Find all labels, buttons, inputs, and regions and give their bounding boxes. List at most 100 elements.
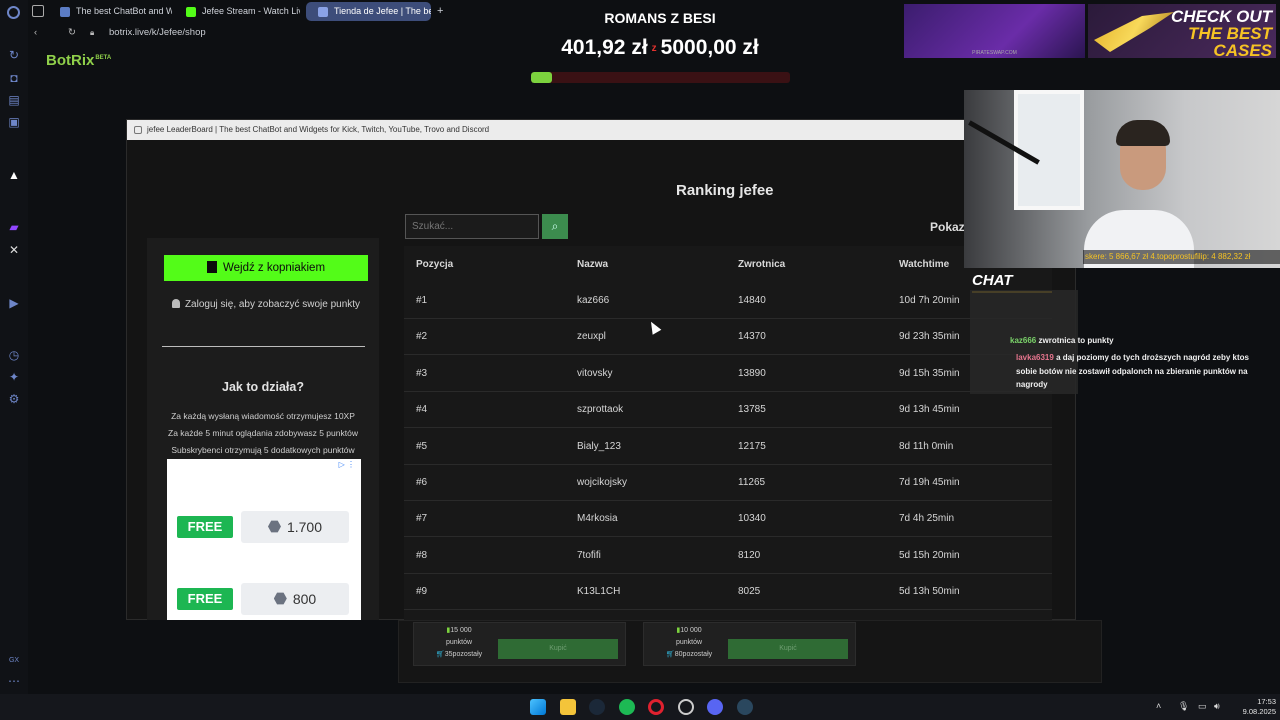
chat-logo-text: CHAT (972, 272, 1013, 289)
reload-icon[interactable]: ↻ (68, 24, 76, 42)
how-line: Za każdą wysłaną wiadomość otrzymujesz 1… (171, 411, 355, 421)
clock[interactable]: 17:53 9.08.2025 (1232, 697, 1276, 717)
column-header-watchtime[interactable]: Watchtime (899, 259, 949, 270)
webcam-feed (964, 90, 1280, 268)
table-row: #5 Bialy_123 12175 8d 11h 0min (404, 429, 1052, 465)
address-bar: ‹ ↻ 🔒︎ botrix.live/k/Jefee/shop (28, 24, 488, 42)
page-title: Ranking jefee (676, 182, 774, 199)
shop-item-info: ▮10 000 punktów 🛒︎80pozostały (654, 625, 724, 661)
tab-bar: The best ChatBot and Wi Jefee Stream - W… (28, 0, 488, 22)
history-icon[interactable]: ◷ (7, 348, 21, 362)
buy-button[interactable]: Kupić (498, 639, 618, 659)
wallet-icon[interactable]: ▤ (7, 93, 21, 107)
volume-icon[interactable]: 🔊︎ (1214, 701, 1220, 712)
ad-line: THE BEST (1187, 24, 1272, 43)
start-icon[interactable] (530, 699, 546, 715)
new-tab-button[interactable]: + (432, 2, 452, 21)
tab-shop[interactable]: Tienda de Jefee | The bes (306, 2, 431, 21)
bag-icon[interactable]: ◘ (7, 71, 21, 85)
explorer-icon[interactable] (560, 699, 576, 715)
column-header-points[interactable]: Zwrotnica (738, 259, 785, 270)
watchtime-cell: 10d 7h 20min (899, 295, 960, 306)
username-cell: vitovsky (577, 367, 613, 379)
table-row: #1 kaz666 14840 10d 7h 20min (404, 283, 1052, 319)
rank-cell: #1 (416, 295, 428, 306)
points-cell: 10340 (738, 513, 766, 525)
chevron-up-icon[interactable]: ˄ (1156, 701, 1161, 711)
window-graphic (1014, 90, 1084, 210)
table-row: #9 K13L1CH 8025 5d 13h 50min (404, 574, 1052, 611)
username-cell: M4rkosia (577, 513, 618, 525)
aria-icon[interactable]: ▲ (7, 168, 21, 182)
discord-icon[interactable] (707, 699, 723, 715)
goal-title: ROMANS Z BESI (604, 10, 716, 26)
goal-progress-fill (531, 72, 552, 83)
player-icon[interactable]: ▶ (7, 296, 21, 310)
column-header-position[interactable]: Pozycja (416, 259, 453, 270)
robux-icon (267, 520, 281, 533)
goal-current: 401,92 zł (561, 36, 648, 59)
gx-icon[interactable]: GX (7, 654, 21, 668)
pirateswap-ad: PIRATESWAP.COM (904, 4, 1085, 58)
how-line: Za każde 5 minut oglądania zdobywasz 5 p… (168, 428, 358, 438)
how-line: Subskrybenci otrzymują 5 dodatkowych pun… (171, 445, 355, 455)
settings-icon[interactable]: ⚙ (7, 392, 21, 406)
cart-icon: 🛒︎ (665, 651, 675, 658)
opera-gx-icon[interactable] (678, 699, 694, 715)
steam-2-icon[interactable] (737, 699, 753, 715)
column-header-name[interactable]: Nazwa (577, 259, 608, 270)
adchoices-icon[interactable]: ▷ ⋮ (339, 460, 355, 469)
url-field[interactable]: botrix.live/k/Jefee/shop (109, 24, 206, 42)
points-cell: 11265 (738, 477, 766, 488)
ad-line: CHECK OUT (1170, 7, 1272, 26)
watchtime-cell: 8d 11h 0min (899, 440, 954, 452)
hair-graphic (1116, 120, 1170, 146)
spotify-icon[interactable] (619, 699, 635, 715)
rank-cell: #2 (416, 331, 428, 343)
steam-icon[interactable] (589, 699, 605, 715)
rank-cell: #3 (416, 367, 428, 379)
back-icon[interactable]: ‹ (34, 24, 37, 42)
shop-price: 15 000 (450, 627, 472, 634)
opera-icon[interactable] (648, 699, 664, 715)
offer-amount: 1.700 (241, 511, 349, 543)
brand-tag: BETA (95, 55, 112, 61)
messenger-icon[interactable]: ▣ (7, 115, 21, 129)
rank-cell: #5 (416, 440, 428, 452)
x-icon[interactable]: ✕ (7, 243, 21, 257)
tab-botrix[interactable]: The best ChatBot and Wi (48, 2, 172, 21)
username-cell: K13L1CH (577, 586, 621, 598)
mic-icon[interactable]: 🎙︎ (1178, 701, 1189, 712)
watchtime-cell: 5d 15h 20min (899, 549, 960, 561)
points-cell: 12175 (738, 440, 766, 452)
how-title: Jak to działa? (222, 380, 304, 394)
botrix-tab-icon (60, 7, 70, 17)
buy-button[interactable]: Kupić (728, 639, 848, 659)
page-icon (134, 126, 142, 134)
window-title: jefee LeaderBoard | The best ChatBot and… (147, 125, 490, 134)
points-cell: 14840 (738, 295, 766, 306)
ad-banner[interactable]: ▷ ⋮ FREE 1.700 FREE 800 (167, 459, 361, 620)
ad-caption: PIRATESWAP.COM (972, 50, 1017, 56)
network-icon[interactable]: ▭ (1198, 701, 1207, 712)
knife-graphic (1094, 12, 1174, 52)
tab-label: Tienda de Jefee | The bes (334, 6, 431, 16)
kick-tab-icon (186, 7, 196, 17)
search-button[interactable]: ⌕ (542, 214, 568, 239)
refresh-icon[interactable]: ↻ (7, 48, 21, 62)
tab-kick[interactable]: Jefee Stream - Watch Liv (174, 2, 300, 21)
table-row: #8 7tofifi 8120 5d 15h 20min (404, 538, 1052, 574)
clock-time: 17:53 (1257, 697, 1276, 706)
opera-logo-icon[interactable] (7, 6, 20, 19)
more-icon[interactable]: ⋯ (7, 674, 21, 688)
botrix-logo[interactable]: BotRixBETA (46, 52, 111, 69)
shop-stock: 35pozostały (444, 651, 483, 658)
twitch-icon[interactable]: ▰ (7, 220, 21, 234)
rank-cell: #4 (416, 404, 428, 416)
shop-unit: punktów (445, 639, 473, 646)
kick-login-button[interactable]: Wejdź z kopniakiem (164, 255, 368, 281)
extensions-icon[interactable]: ✦ (7, 370, 21, 384)
workspace-icon[interactable] (32, 5, 44, 17)
search-input[interactable] (405, 214, 539, 239)
chat-message: lavka6319 a daj poziomy do tych droższyc… (1016, 351, 1260, 392)
